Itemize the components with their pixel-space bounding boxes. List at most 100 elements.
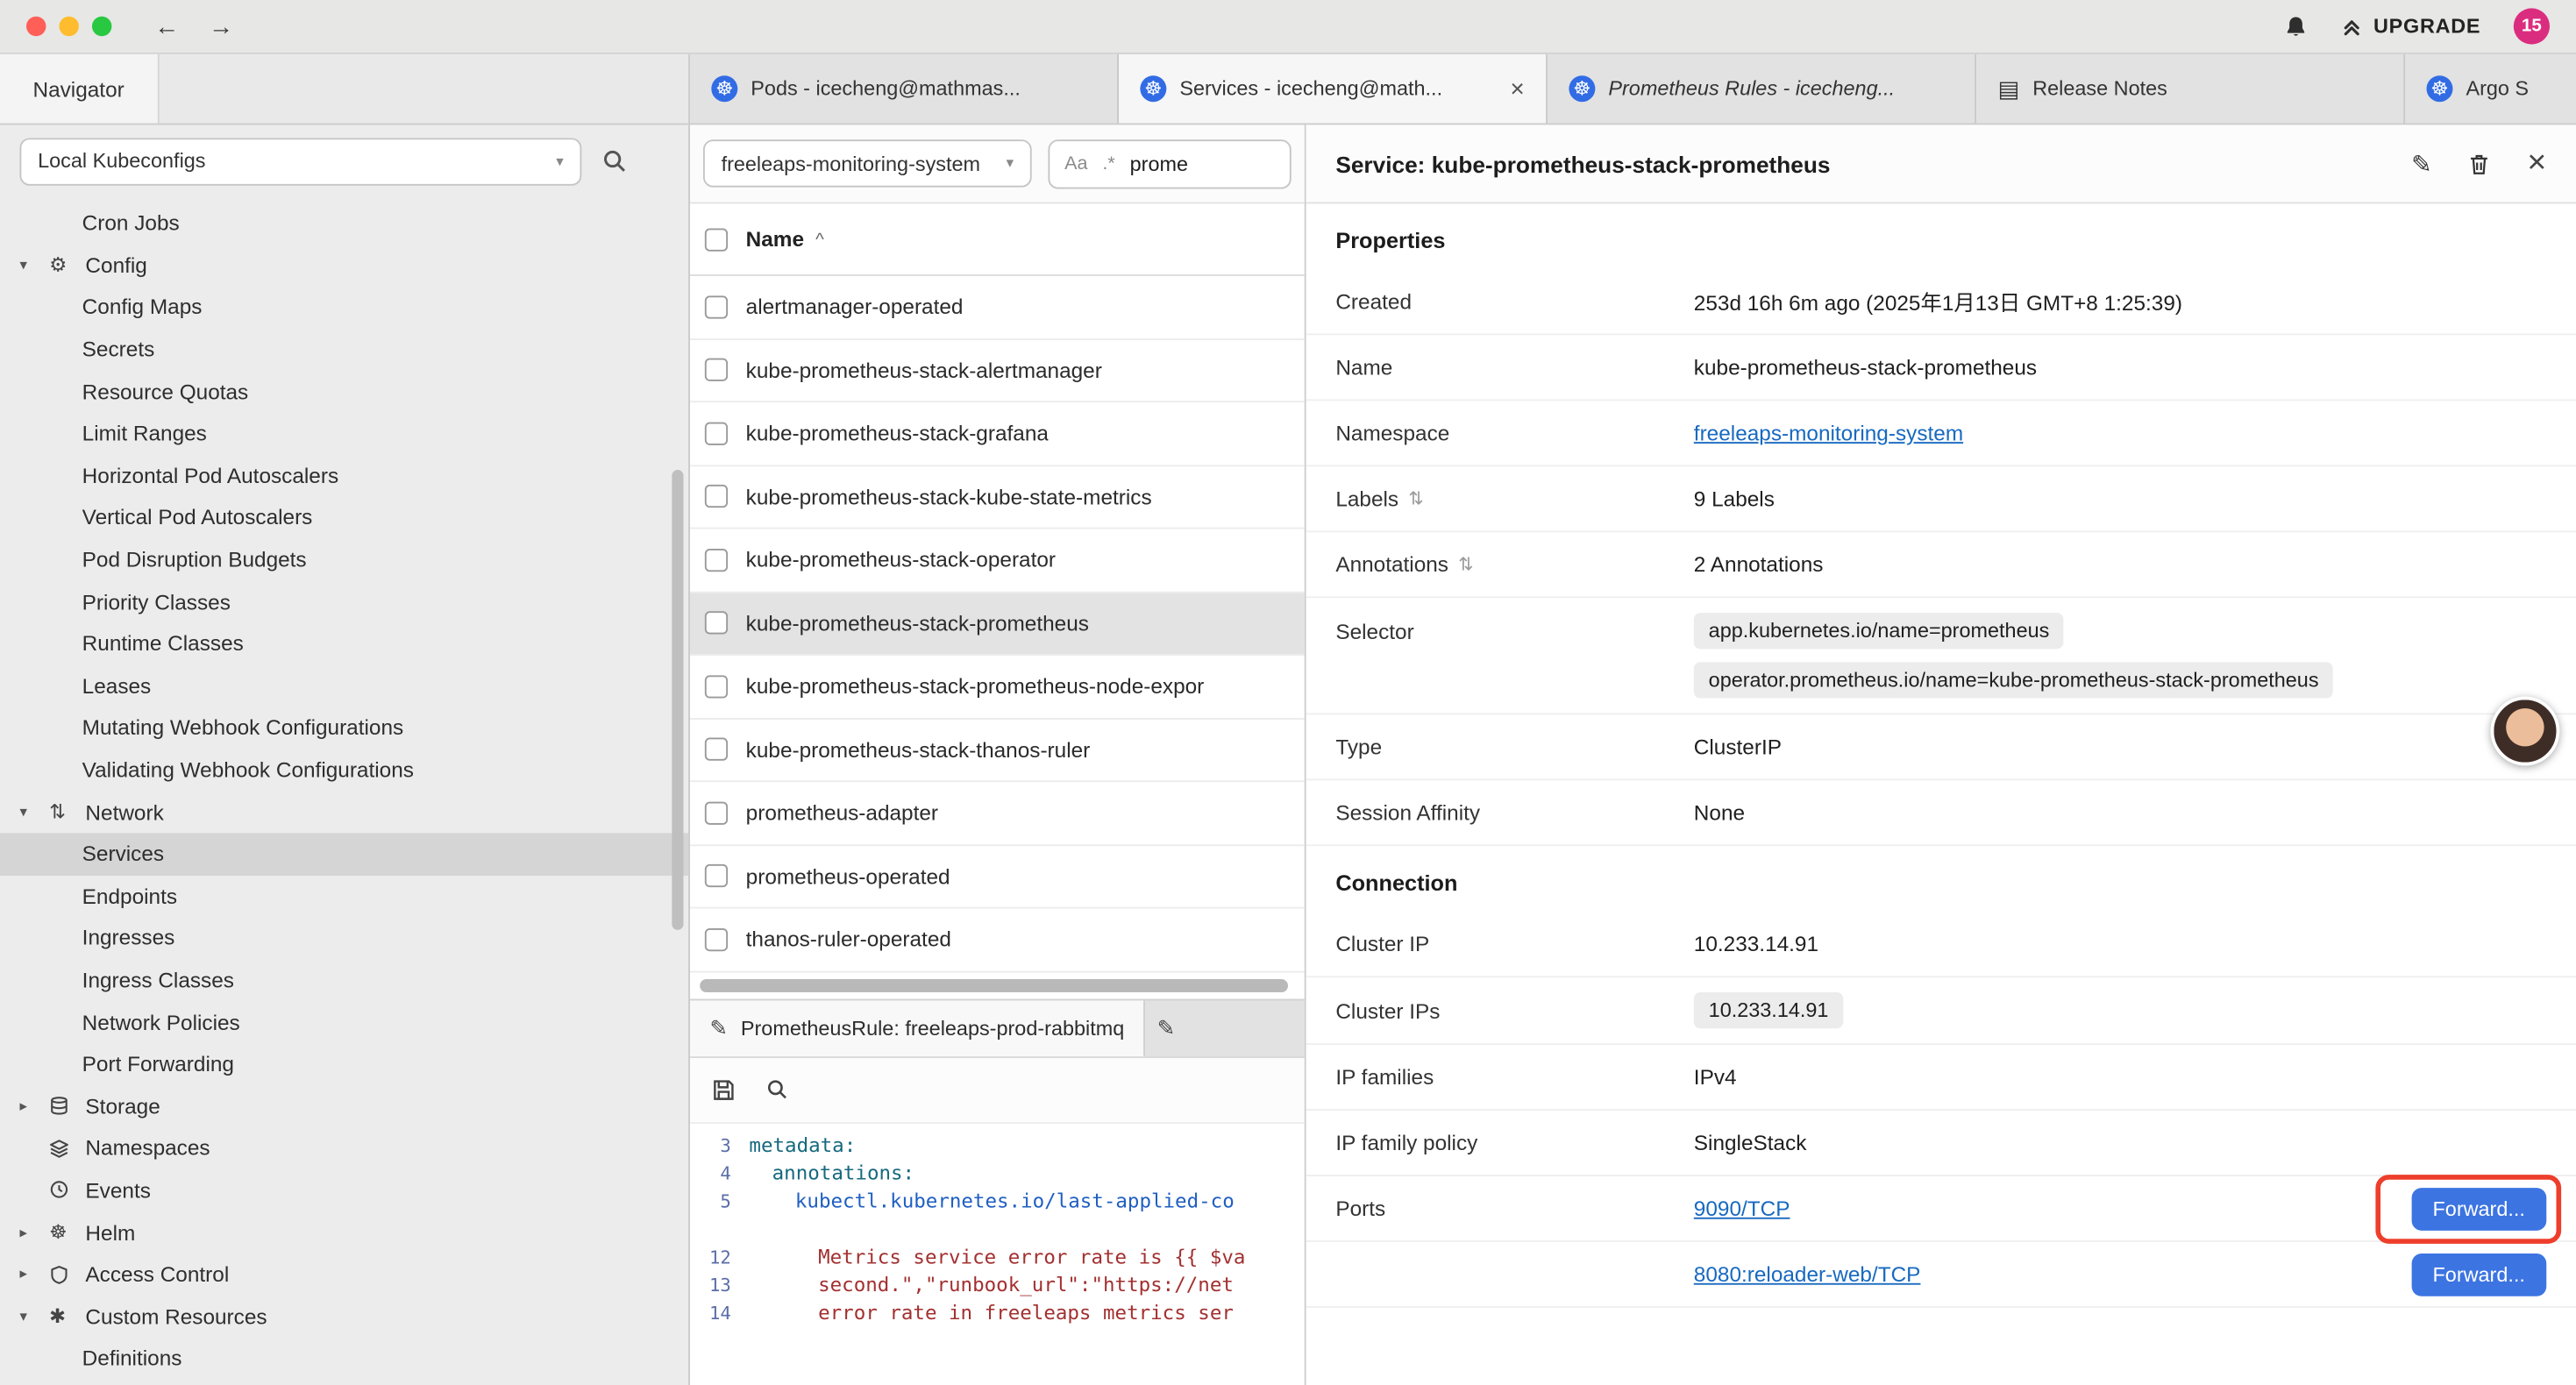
table-row[interactable]: prometheus-adapter (690, 782, 1305, 845)
row-checkbox[interactable] (705, 295, 728, 318)
tab-argo-s[interactable]: ☸Argo S (2405, 54, 2576, 124)
line-number: 4 (690, 1162, 749, 1183)
notifications-bell-icon[interactable] (2283, 14, 2308, 39)
save-icon[interactable] (711, 1077, 736, 1102)
name-column-header[interactable]: Name (746, 227, 804, 252)
line-number: 5 (690, 1190, 749, 1211)
sidebar-item-horizontal-pod-autoscalers[interactable]: Horizontal Pod Autoscalers (0, 454, 688, 496)
sidebar-item-resource-quotas[interactable]: Resource Quotas (0, 370, 688, 412)
scrollbar-thumb[interactable] (672, 470, 683, 930)
sidebar-item-access-control[interactable]: ▸Access Control (0, 1254, 688, 1296)
sidebar-item-leases[interactable]: Leases (0, 664, 688, 707)
sidebar-item-helm[interactable]: ▸☸Helm (0, 1211, 688, 1254)
sidebar-item-port-forwarding[interactable]: Port Forwarding (0, 1043, 688, 1085)
forward-button[interactable]: Forward... (2411, 1187, 2546, 1230)
sidebar-search-icon[interactable] (601, 148, 628, 174)
service-name: alertmanager-operated (746, 295, 964, 319)
table-row[interactable]: kube-prometheus-stack-prometheus-node-ex… (690, 656, 1305, 719)
sidebar-item-validating-webhook-configurations[interactable]: Validating Webhook Configurations (0, 749, 688, 791)
sidebar-item-secrets[interactable]: Secrets (0, 328, 688, 370)
minimize-window-button[interactable] (59, 17, 78, 36)
sidebar-item-runtime-classes[interactable]: Runtime Classes (0, 622, 688, 664)
scrollbar-thumb[interactable] (700, 978, 1288, 991)
tab-pods-icecheng-mathmas[interactable]: ☸Pods - icecheng@mathmas... (690, 54, 1119, 124)
table-row[interactable]: thanos-ruler-operated (690, 908, 1305, 971)
sidebar-item-mutating-webhook-configurations[interactable]: Mutating Webhook Configurations (0, 707, 688, 749)
sidebar-item-custom-resources[interactable]: ▾✱Custom Resources (0, 1296, 688, 1338)
table-row[interactable]: kube-prometheus-stack-operator (690, 529, 1305, 593)
edit-button[interactable]: ✎ (2411, 149, 2432, 179)
sidebar-item-limit-ranges[interactable]: Limit Ranges (0, 412, 688, 454)
sidebar-item-network-policies[interactable]: Network Policies (0, 1001, 688, 1043)
forward-button[interactable]: → (209, 12, 233, 40)
table-row[interactable]: kube-prometheus-stack-kube-state-metrics (690, 465, 1305, 529)
tab-close-icon[interactable]: × (1510, 76, 1524, 101)
sidebar-item-ingresses[interactable]: Ingresses (0, 917, 688, 959)
back-button[interactable]: ← (154, 12, 179, 40)
delete-button[interactable] (2468, 152, 2491, 174)
table-row[interactable]: kube-prometheus-stack-prometheus (690, 593, 1305, 656)
sidebar-item-ingress-classes[interactable]: Ingress Classes (0, 959, 688, 1001)
table-row[interactable]: kube-prometheus-stack-thanos-ruler (690, 719, 1305, 782)
detail-key-label: Cluster IPs (1335, 999, 1440, 1024)
horizontal-scrollbar[interactable] (690, 972, 1305, 998)
sidebar-item-cron-jobs[interactable]: Cron Jobs (0, 202, 688, 245)
yaml-editor[interactable]: 3metadata:4annotations:5kubectl.kubernet… (690, 1123, 1305, 1385)
close-button[interactable]: × (2527, 145, 2546, 182)
row-checkbox[interactable] (705, 864, 728, 887)
port-link[interactable]: 8080:reloader-web/TCP (1694, 1261, 1921, 1286)
editor-tab-prometheusrule[interactable]: ✎ PrometheusRule: freeleaps-prod-rabbitm… (690, 999, 1146, 1055)
sort-ascending-icon: ^ (815, 229, 824, 248)
editor-search-icon[interactable] (765, 1078, 788, 1101)
search-input[interactable]: Aa .* prome (1048, 138, 1291, 188)
select-all-checkbox[interactable] (705, 228, 728, 251)
zoom-window-button[interactable] (92, 17, 111, 36)
port-link[interactable]: 9090/TCP (1694, 1196, 1790, 1220)
close-window-button[interactable] (26, 17, 46, 36)
sidebar-item-pod-disruption-budgets[interactable]: Pod Disruption Budgets (0, 538, 688, 580)
sidebar-item-vertical-pod-autoscalers[interactable]: Vertical Pod Autoscalers (0, 496, 688, 538)
sidebar-item-network[interactable]: ▾⇅Network (0, 791, 688, 833)
sidebar-item-priority-classes[interactable]: Priority Classes (0, 580, 688, 622)
row-checkbox[interactable] (705, 485, 728, 508)
kubeconfig-selector[interactable]: Local Kubeconfigs ▾ (19, 138, 581, 185)
row-checkbox[interactable] (705, 675, 728, 698)
notification-count-badge[interactable]: 15 (2514, 8, 2550, 44)
row-checkbox[interactable] (705, 801, 728, 824)
editor-tab-partial[interactable]: ✎ (1146, 999, 1305, 1055)
sort-icon[interactable]: ⇅ (1408, 488, 1423, 509)
tab-prometheus-rules-icecheng[interactable]: ☸Prometheus Rules - icecheng... (1548, 54, 1976, 124)
sidebar-scrollbar[interactable] (672, 207, 683, 1372)
row-checkbox[interactable] (705, 927, 728, 950)
table-row[interactable]: prometheus-operated (690, 845, 1305, 908)
row-checkbox[interactable] (705, 612, 728, 635)
row-checkbox[interactable] (705, 422, 728, 444)
sidebar-item-config-maps[interactable]: Config Maps (0, 286, 688, 328)
navigator-tab[interactable]: Navigator (0, 54, 159, 124)
sidebar-item-endpoints[interactable]: Endpoints (0, 875, 688, 917)
row-checkbox[interactable] (705, 549, 728, 572)
sidebar-item-storage[interactable]: ▸Storage (0, 1085, 688, 1127)
sort-icon[interactable]: ⇅ (1458, 554, 1473, 575)
avatar[interactable] (2491, 697, 2560, 766)
upgrade-button[interactable]: UPGRADE (2340, 15, 2480, 38)
sidebar-item-events[interactable]: Events (0, 1169, 688, 1211)
sidebar-item-services[interactable]: Services (0, 833, 688, 875)
row-checkbox[interactable] (705, 359, 728, 381)
row-checkbox[interactable] (705, 738, 728, 761)
table-row[interactable]: alertmanager-operated (690, 276, 1305, 339)
namespace-link[interactable]: freeleaps-monitoring-system (1694, 421, 1963, 445)
tab-services-icecheng-math[interactable]: ☸Services - icecheng@math...× (1119, 54, 1548, 124)
sidebar-item-definitions[interactable]: Definitions (0, 1338, 688, 1380)
sidebar-item-config[interactable]: ▾⚙Config (0, 245, 688, 287)
match-case-toggle[interactable]: Aa (1064, 153, 1087, 173)
sidebar-item-namespaces[interactable]: Namespaces (0, 1127, 688, 1169)
table-row[interactable]: kube-prometheus-stack-alertmanager (690, 339, 1305, 402)
tab-release-notes[interactable]: ▤Release Notes (1976, 54, 2405, 124)
edit-icon: ✎ (1157, 1014, 1175, 1041)
namespace-filter[interactable]: freeleaps-monitoring-system ▾ (703, 139, 1032, 187)
regex-toggle[interactable]: .* (1102, 153, 1114, 173)
forward-button[interactable]: Forward... (2411, 1253, 2546, 1296)
sidebar-item-label: Limit Ranges (82, 421, 207, 445)
table-row[interactable]: kube-prometheus-stack-grafana (690, 402, 1305, 465)
